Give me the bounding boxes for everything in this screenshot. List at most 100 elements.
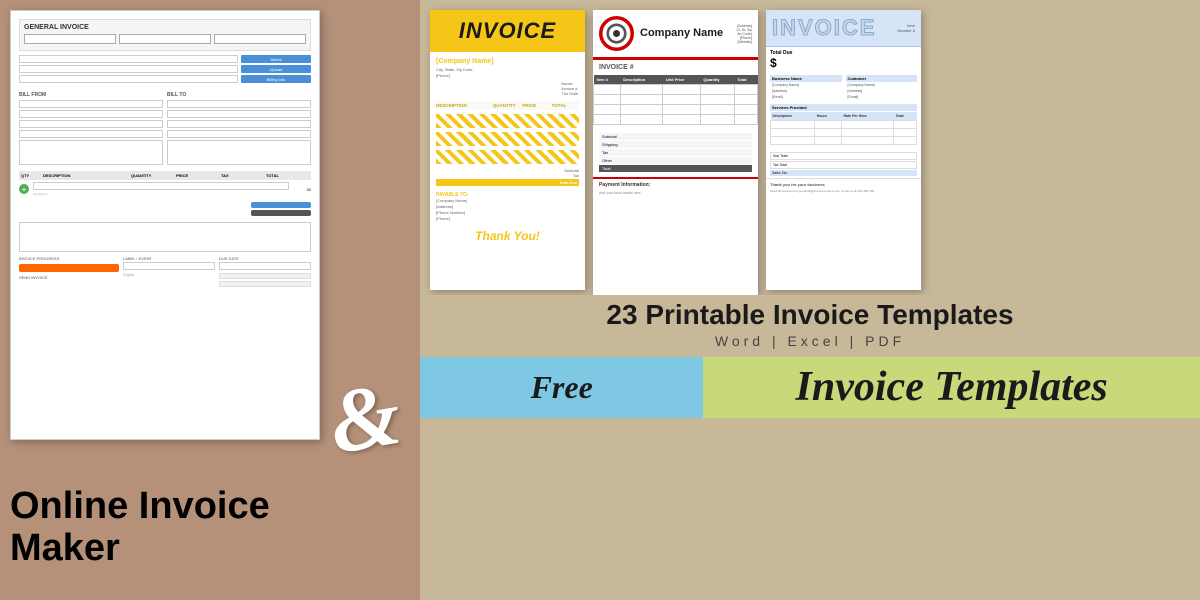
services-provided-label: Services Provided bbox=[770, 104, 917, 111]
yellow-date-field: The Date: bbox=[561, 91, 579, 96]
from-field-2 bbox=[19, 110, 163, 118]
yellow-payable-address: [Address] bbox=[436, 204, 579, 209]
col-qty: Quantity bbox=[700, 75, 734, 85]
to-field-3 bbox=[167, 120, 311, 128]
yellow-payable-phone: [Phone Number] bbox=[436, 210, 579, 215]
due-line-1 bbox=[219, 273, 311, 279]
company-header: Company Name [Address] Ct. St. Zip An Co… bbox=[593, 10, 758, 60]
mockup-select-2[interactable] bbox=[119, 34, 211, 44]
invoice-num: INVOICE # bbox=[593, 60, 758, 75]
progress-label: INVOICE PROGRESS bbox=[19, 256, 119, 261]
online-invoice-title: Online Invoice Maker bbox=[10, 486, 270, 570]
yellow-company-name: [Company Name] bbox=[436, 58, 579, 65]
mockup-field-1 bbox=[19, 55, 238, 63]
progress-bar bbox=[19, 264, 119, 272]
subtotal-row: Subtotal bbox=[599, 133, 752, 140]
label-event-label: LABEL / EVENT bbox=[123, 256, 215, 261]
line-item-amount: 30 bbox=[291, 187, 311, 192]
due-date-field[interactable] bbox=[219, 262, 311, 270]
table-row bbox=[594, 95, 758, 105]
blue-to-email: [Email] bbox=[846, 94, 918, 100]
business-name-label: Business Name bbox=[770, 75, 842, 82]
other-row: Other bbox=[599, 157, 752, 164]
col-desc: Description bbox=[620, 75, 663, 85]
mockup-select-3[interactable] bbox=[214, 34, 306, 44]
yellow-invoice-title: INVOICE bbox=[438, 18, 577, 44]
blue-comment: Send all questions to goodmail@companyna… bbox=[770, 189, 917, 193]
blue-invoice-title: INVOICE bbox=[772, 15, 876, 41]
bill-to-label: BILL TO bbox=[167, 92, 311, 98]
yellow-item-3 bbox=[436, 150, 579, 164]
invoice-templates-box: Invoice Templates bbox=[703, 357, 1200, 418]
total-row: Total bbox=[599, 165, 752, 172]
shipping-row: Shipping bbox=[599, 141, 752, 148]
line-items-price-header: PRICE bbox=[176, 173, 219, 178]
yellow-item-1 bbox=[436, 114, 579, 128]
formats-subtitle: Word | Excel | PDF bbox=[435, 333, 1185, 349]
blue-thank-you: Thank you for your business bbox=[770, 182, 917, 187]
due-line-2 bbox=[219, 281, 311, 287]
to-field-1 bbox=[167, 100, 311, 108]
add-line-btn[interactable]: + bbox=[19, 184, 29, 194]
yellow-table-headers: DESCRIPTION QUANTITY PRICE TOTAL bbox=[436, 101, 579, 110]
svc-row bbox=[771, 129, 917, 137]
blue-template: INVOICE Item Number # Total Due $ Busine… bbox=[766, 10, 921, 290]
label-event-field[interactable] bbox=[123, 262, 215, 270]
table-row bbox=[594, 115, 758, 125]
svc-desc-col: Description bbox=[771, 112, 815, 121]
svc-hours-col: Hours bbox=[815, 112, 842, 121]
sub-total-btn[interactable] bbox=[251, 202, 311, 208]
free-box: Free bbox=[420, 357, 703, 418]
line-items-qty2-header: QUANTITY bbox=[131, 173, 174, 178]
subtotal-section: Subtotal Shipping Tax Other Total bbox=[593, 129, 758, 177]
invoice-mockup: GENERAL INVOICE Select Upload Billing In… bbox=[10, 10, 320, 440]
yellow-payable-company: [Company Name] bbox=[436, 198, 579, 203]
company-title: Company Name bbox=[640, 27, 723, 39]
yellow-field-1: City, State, Zip Code bbox=[436, 67, 579, 72]
line-item-1 bbox=[33, 182, 289, 190]
yellow-total-area: Subtotal Tax Total Due bbox=[436, 168, 579, 186]
banner-area: 23 Printable Invoice Templates Word | Ex… bbox=[420, 295, 1200, 600]
line-items-tax-header: TAX bbox=[221, 173, 264, 178]
blue-services-section: Services Provided Description Hours Rate… bbox=[766, 102, 921, 150]
printable-section: 23 Printable Invoice Templates Word | Ex… bbox=[420, 295, 1200, 352]
tax-row: Tax bbox=[599, 149, 752, 156]
company-template: Company Name [Address] Ct. St. Zip An Co… bbox=[593, 10, 758, 295]
blue-header-right: Item Number # bbox=[897, 23, 915, 33]
svc-row bbox=[771, 137, 917, 145]
line-items-total-header: TOTAL bbox=[266, 173, 309, 178]
mockup-title: GENERAL INVOICE bbox=[24, 24, 306, 31]
services-table: Description Hours Rate Per Hour Total bbox=[770, 112, 917, 145]
company-contact: [Address] Ct. St. Zip An Code) [Phone] [… bbox=[723, 24, 752, 44]
to-field-4 bbox=[167, 130, 311, 138]
svc-total-col: Total bbox=[893, 112, 916, 121]
table-row bbox=[594, 105, 758, 115]
yellow-body: [Company Name] City, State, Zip Code [Ph… bbox=[430, 52, 585, 249]
line-items-desc-header: DESCRIPTION bbox=[43, 173, 129, 178]
blue-from-email: [Email] bbox=[770, 94, 842, 100]
yellow-item-2 bbox=[436, 132, 579, 146]
payment-info: Payment Information: bbox=[593, 177, 758, 191]
bottom-left-text: Online Invoice Maker bbox=[10, 486, 270, 570]
free-label: Free bbox=[531, 369, 593, 406]
mockup-select-1[interactable] bbox=[24, 34, 116, 44]
yellow-total-due: Total Due bbox=[436, 179, 579, 186]
from-field-1 bbox=[19, 100, 163, 108]
total-btn[interactable] bbox=[251, 210, 311, 216]
yellow-header: INVOICE bbox=[430, 10, 585, 52]
company-table: Item # Description Unit Price Quantity T… bbox=[593, 75, 758, 125]
from-field-4 bbox=[19, 130, 163, 138]
from-field-3 bbox=[19, 120, 163, 128]
blue-totals: Sub Total Tax Total Sales Tax bbox=[766, 150, 921, 178]
yellow-qty-col: QUANTITY bbox=[493, 103, 520, 108]
main-container: GENERAL INVOICE Select Upload Billing In… bbox=[0, 0, 1200, 600]
line-items-qty-header: QTY bbox=[21, 173, 41, 178]
mockup-field-3 bbox=[19, 75, 238, 83]
yellow-tax: Tax bbox=[436, 173, 579, 178]
due-date-label: DUE DATE bbox=[219, 256, 311, 261]
yellow-payable-phone2: [Phone] bbox=[436, 216, 579, 221]
submit-btn[interactable]: SEND INVOICE bbox=[19, 275, 119, 280]
table-row bbox=[594, 85, 758, 95]
blue-bill-section: Business Name [Company Name] [Address] [… bbox=[766, 73, 921, 102]
col-item: Item # bbox=[594, 75, 621, 85]
